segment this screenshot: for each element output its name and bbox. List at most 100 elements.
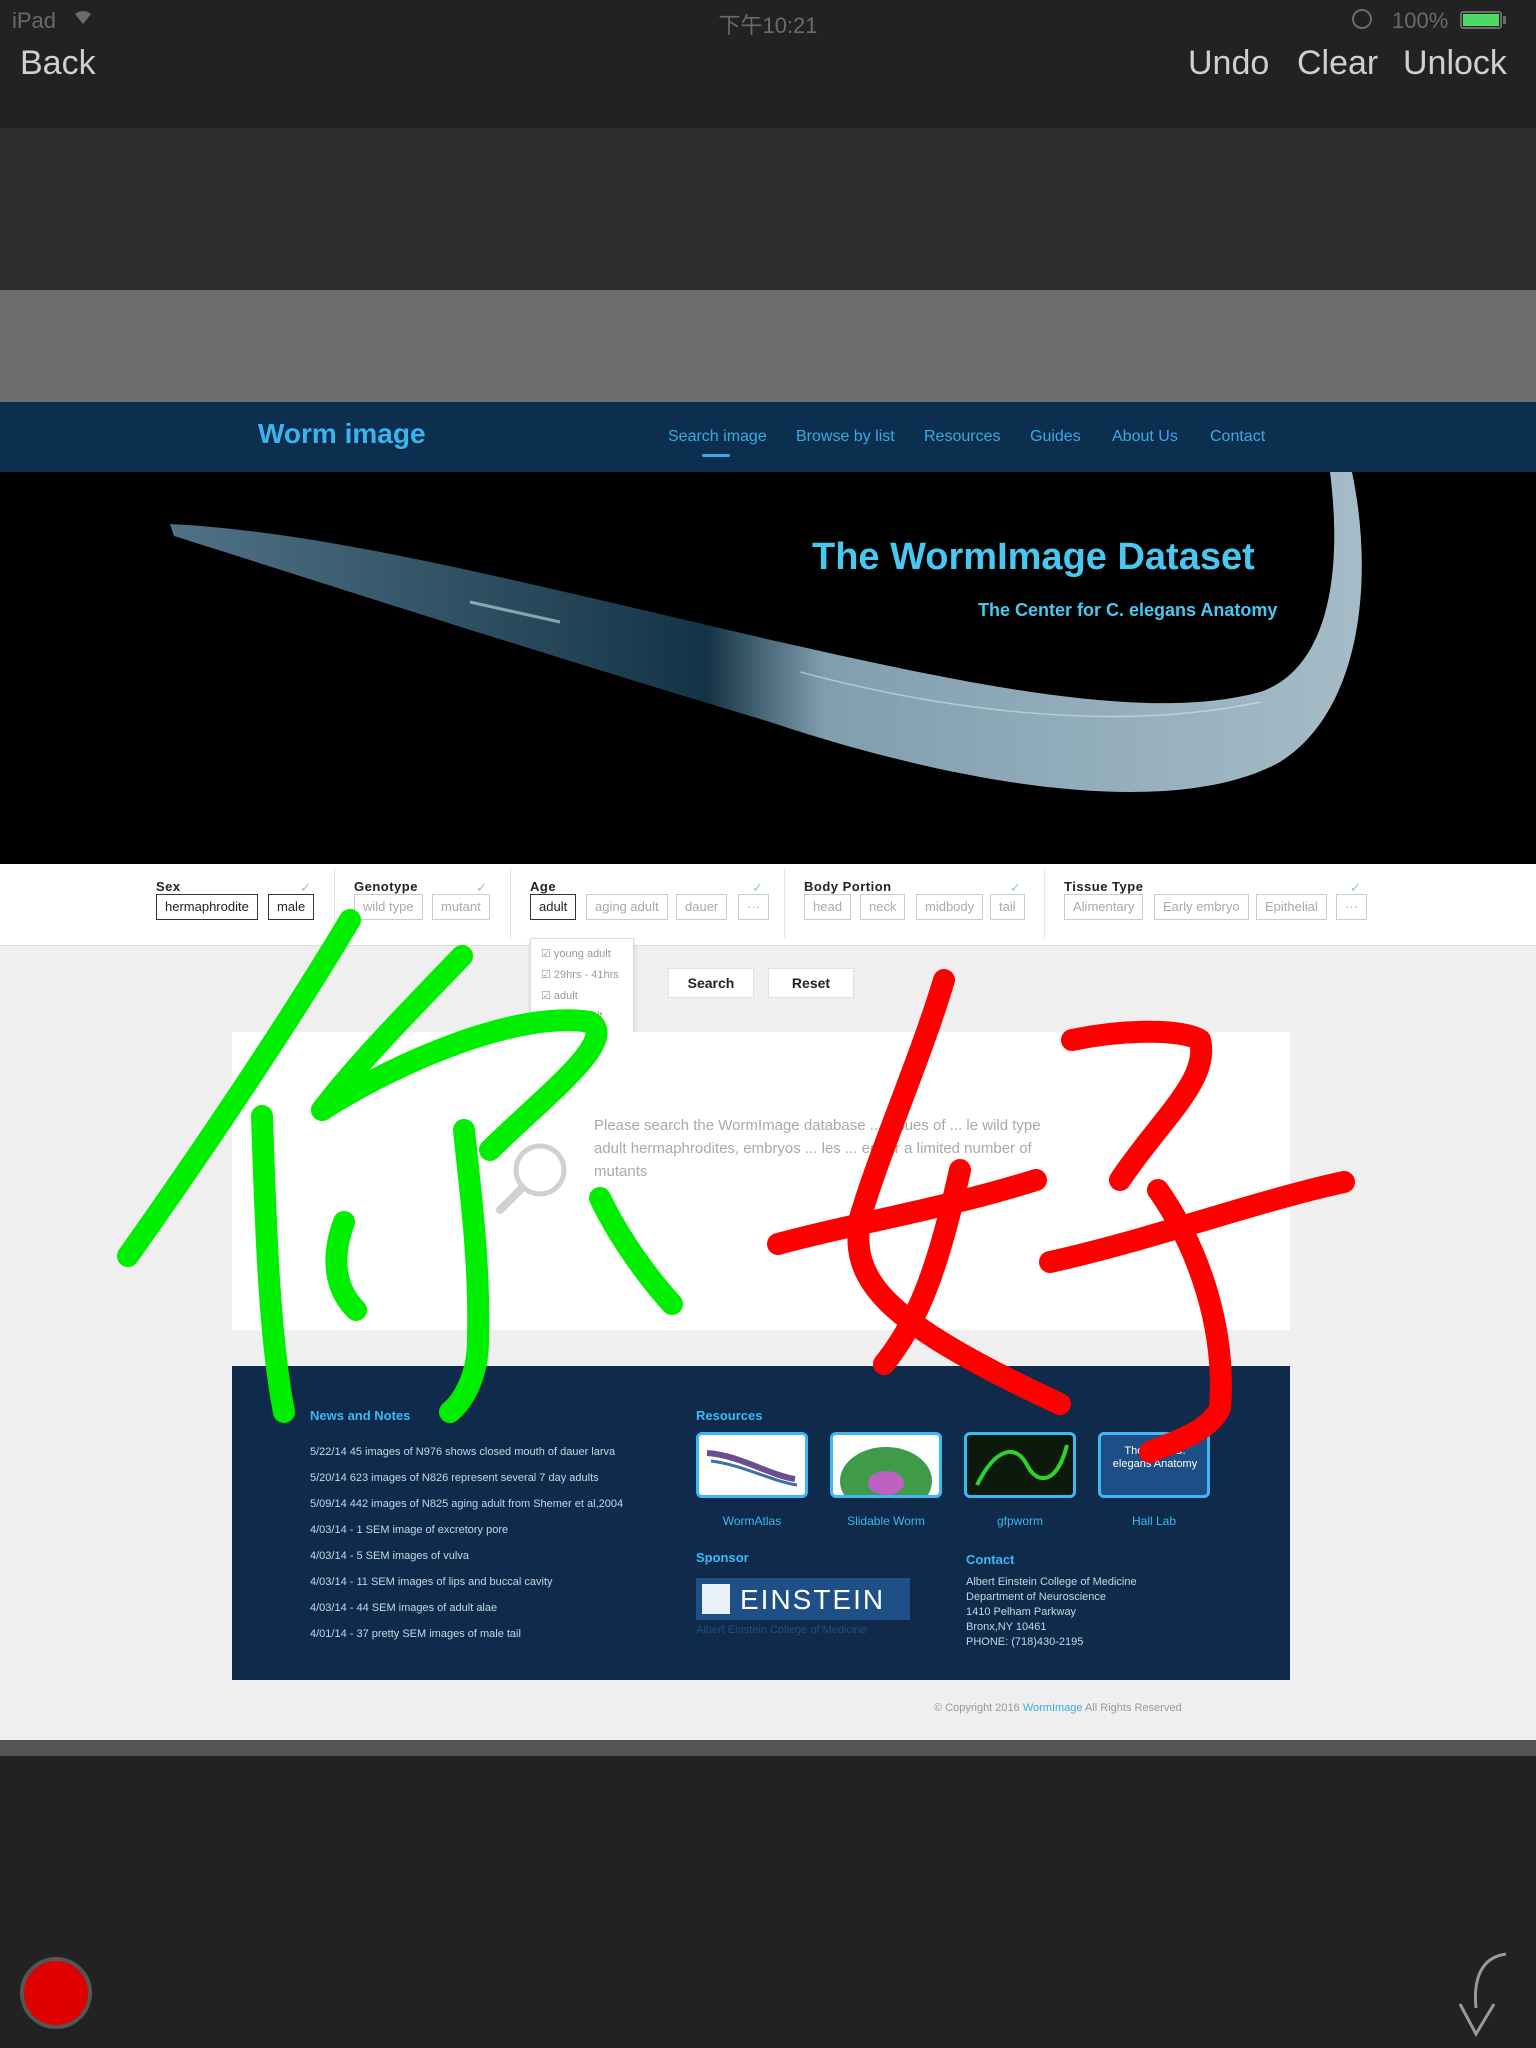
divider bbox=[334, 868, 335, 938]
chip-dauer: dauer bbox=[676, 894, 728, 920]
contact-line: Albert Einstein College of Medicine bbox=[966, 1576, 1137, 1588]
chip-aging-adult: aging adult bbox=[586, 894, 668, 920]
dropdown-item-label: ult bbox=[591, 1010, 603, 1022]
dropdown-item: ☑ 29hrs - 41hrs bbox=[541, 969, 619, 981]
status-bar: iPad 下午10:21 100% bbox=[0, 0, 1536, 40]
copyright-prefix: © Copyright 2016 bbox=[934, 1702, 1020, 1714]
chip-head: head bbox=[804, 894, 851, 920]
rotation-lock-icon bbox=[1352, 9, 1372, 29]
filter-label: Age bbox=[530, 879, 557, 894]
copyright-suffix: All Rights Reserved bbox=[1084, 1702, 1182, 1714]
curved-arrow-down-icon[interactable] bbox=[1446, 1948, 1516, 2038]
pen-color-button[interactable] bbox=[20, 1957, 92, 2029]
einstein-logo-text: EINSTEIN bbox=[740, 1584, 886, 1615]
chip-neck: neck bbox=[860, 894, 906, 920]
chip-early-embryo: Early embryo bbox=[1154, 894, 1249, 920]
einstein-emblem-icon bbox=[702, 1584, 730, 1614]
chip-tail: tail bbox=[990, 894, 1025, 920]
news-item: 4/03/14 - 11 SEM images of lips and bucc… bbox=[310, 1576, 553, 1588]
copyright-brand: WormImage bbox=[1022, 1702, 1083, 1714]
webpage-screenshot: Worm image Search image Browse by list R… bbox=[0, 402, 1536, 1740]
chip-wild-type: wild type bbox=[354, 894, 423, 920]
filter-label: Sex bbox=[156, 879, 181, 894]
age-dropdown: ☑ young adult ☑ 29hrs - 41hrs ☑ adult ul… bbox=[530, 938, 634, 1042]
filter-label: Genotype bbox=[354, 879, 418, 894]
chip-more-tissue: ··· bbox=[1336, 894, 1367, 920]
news-item: 4/03/14 - 1 SEM image of excretory pore bbox=[310, 1524, 509, 1536]
back-button[interactable]: Back bbox=[20, 44, 96, 83]
chip-more-age: ··· bbox=[738, 894, 769, 920]
wormatlas-thumbnail bbox=[706, 1450, 798, 1487]
resource-label-gfpworm: gfpworm bbox=[996, 1514, 1043, 1528]
news-item: 4/01/14 - 37 pretty SEM images of male t… bbox=[310, 1628, 521, 1640]
news-item: 5/22/14 45 images of N976 shows closed m… bbox=[310, 1446, 616, 1458]
nav-resources: Resources bbox=[924, 428, 1001, 445]
dropdown-item: ☑ young adult bbox=[541, 948, 611, 960]
resource-label-hall-lab: Hall Lab bbox=[1131, 1514, 1177, 1528]
magnifier-icon bbox=[496, 1143, 567, 1214]
news-item: 4/03/14 - 44 SEM images of adult alae bbox=[310, 1602, 498, 1614]
chip-adult: adult bbox=[530, 894, 577, 920]
nav-search-image: Search image bbox=[668, 428, 767, 445]
resource-label-slidable-worm: Slidable Worm bbox=[847, 1514, 925, 1528]
dropdown-item: ult bbox=[591, 1010, 603, 1022]
chip-mutant: mutant bbox=[432, 894, 490, 920]
dropdown-item: ☑ adult bbox=[541, 990, 578, 1002]
clock: 下午10:21 bbox=[718, 13, 818, 38]
site-logo: Worm image bbox=[258, 418, 426, 449]
filter-label: Body Portion bbox=[804, 879, 892, 894]
filter-label: Tissue Type bbox=[1064, 879, 1144, 894]
nav-about-us: About Us bbox=[1112, 428, 1178, 445]
news-item: 5/20/14 623 images of N826 represent sev… bbox=[310, 1472, 599, 1484]
sponsor-heading: Sponsor bbox=[696, 1550, 749, 1565]
undo-button[interactable]: Undo bbox=[1188, 44, 1269, 83]
nav-contact: Contact bbox=[1210, 428, 1266, 445]
hero-subtitle: The Center for C. elegans Anatomy bbox=[978, 600, 1278, 620]
contact-line: Bronx,NY 10461 bbox=[966, 1621, 1047, 1633]
nav-guides: Guides bbox=[1030, 428, 1081, 445]
site-footer: News and Notes 5/22/14 45 images of N976… bbox=[232, 1366, 1290, 1680]
copyright: © Copyright 2016 WormImage All Rights Re… bbox=[934, 1702, 1182, 1714]
screenshot-bottom-edge bbox=[0, 1740, 1536, 1756]
einstein-logo: EINSTEIN bbox=[696, 1578, 910, 1620]
chip-hermaphrodite: hermaphrodite bbox=[156, 894, 258, 920]
slidable-worm-thumbnail bbox=[840, 1447, 932, 1495]
nav-browse-by-list: Browse by list bbox=[796, 428, 895, 445]
clear-button[interactable]: Clear bbox=[1297, 44, 1378, 83]
resource-label-wormatlas: WormAtlas bbox=[722, 1514, 782, 1528]
news-heading: News and Notes bbox=[310, 1408, 411, 1423]
hero-title: The WormImage Dataset bbox=[812, 536, 1255, 578]
dropdown-item-label: 29hrs - 41hrs bbox=[553, 969, 619, 981]
results-panel: Please search the WormImage database ...… bbox=[232, 1032, 1290, 1330]
hero-banner: The WormImage Dataset The Center for C. … bbox=[0, 472, 1536, 864]
contact-line: 1410 Pelham Parkway bbox=[966, 1606, 1077, 1618]
search-instructions: Please search the WormImage database ...… bbox=[594, 1117, 1041, 1180]
nav-active-indicator bbox=[702, 454, 730, 457]
drawing-app: iPad 下午10:21 100% Back Undo Clear Unlock… bbox=[0, 0, 1536, 2048]
filter-bar: Sex ✓ hermaphrodite male Genotype ✓ wild… bbox=[0, 864, 1536, 946]
unlock-button[interactable]: Unlock bbox=[1403, 44, 1507, 83]
contact-heading: Contact bbox=[966, 1552, 1015, 1567]
chip-alimentary: Alimentary bbox=[1064, 894, 1144, 920]
divider bbox=[1044, 868, 1045, 938]
divider bbox=[510, 868, 511, 938]
chip-epithelial: Epithelial bbox=[1256, 894, 1327, 920]
battery-tip bbox=[1503, 16, 1506, 24]
resource-tile-gfpworm bbox=[964, 1432, 1076, 1498]
hall-lab-tile-text: The ... for C. elegans Anatomy bbox=[1112, 1445, 1198, 1470]
resource-tile-hall-lab: The ... for C. elegans Anatomy bbox=[1098, 1432, 1210, 1498]
dropdown-item-label: adult bbox=[553, 990, 578, 1002]
resource-tile-wormatlas bbox=[696, 1432, 808, 1498]
worm-image bbox=[170, 472, 1362, 792]
contact-line: PHONE: (718)430-2195 bbox=[966, 1636, 1084, 1648]
einstein-subtitle: Albert Einstein College of Medicine bbox=[696, 1624, 867, 1636]
contact-line: Department of Neuroscience bbox=[966, 1591, 1107, 1603]
divider bbox=[784, 868, 785, 938]
news-item: 5/09/14 442 images of N825 aging adult f… bbox=[310, 1498, 624, 1510]
resources-heading: Resources bbox=[696, 1408, 763, 1423]
resource-tile-slidable-worm bbox=[830, 1432, 942, 1498]
site-navbar: Worm image Search image Browse by list R… bbox=[0, 402, 1536, 472]
chip-midbody: midbody bbox=[916, 894, 984, 920]
chip-male: male bbox=[268, 894, 315, 920]
reset-button: Reset bbox=[768, 968, 854, 998]
